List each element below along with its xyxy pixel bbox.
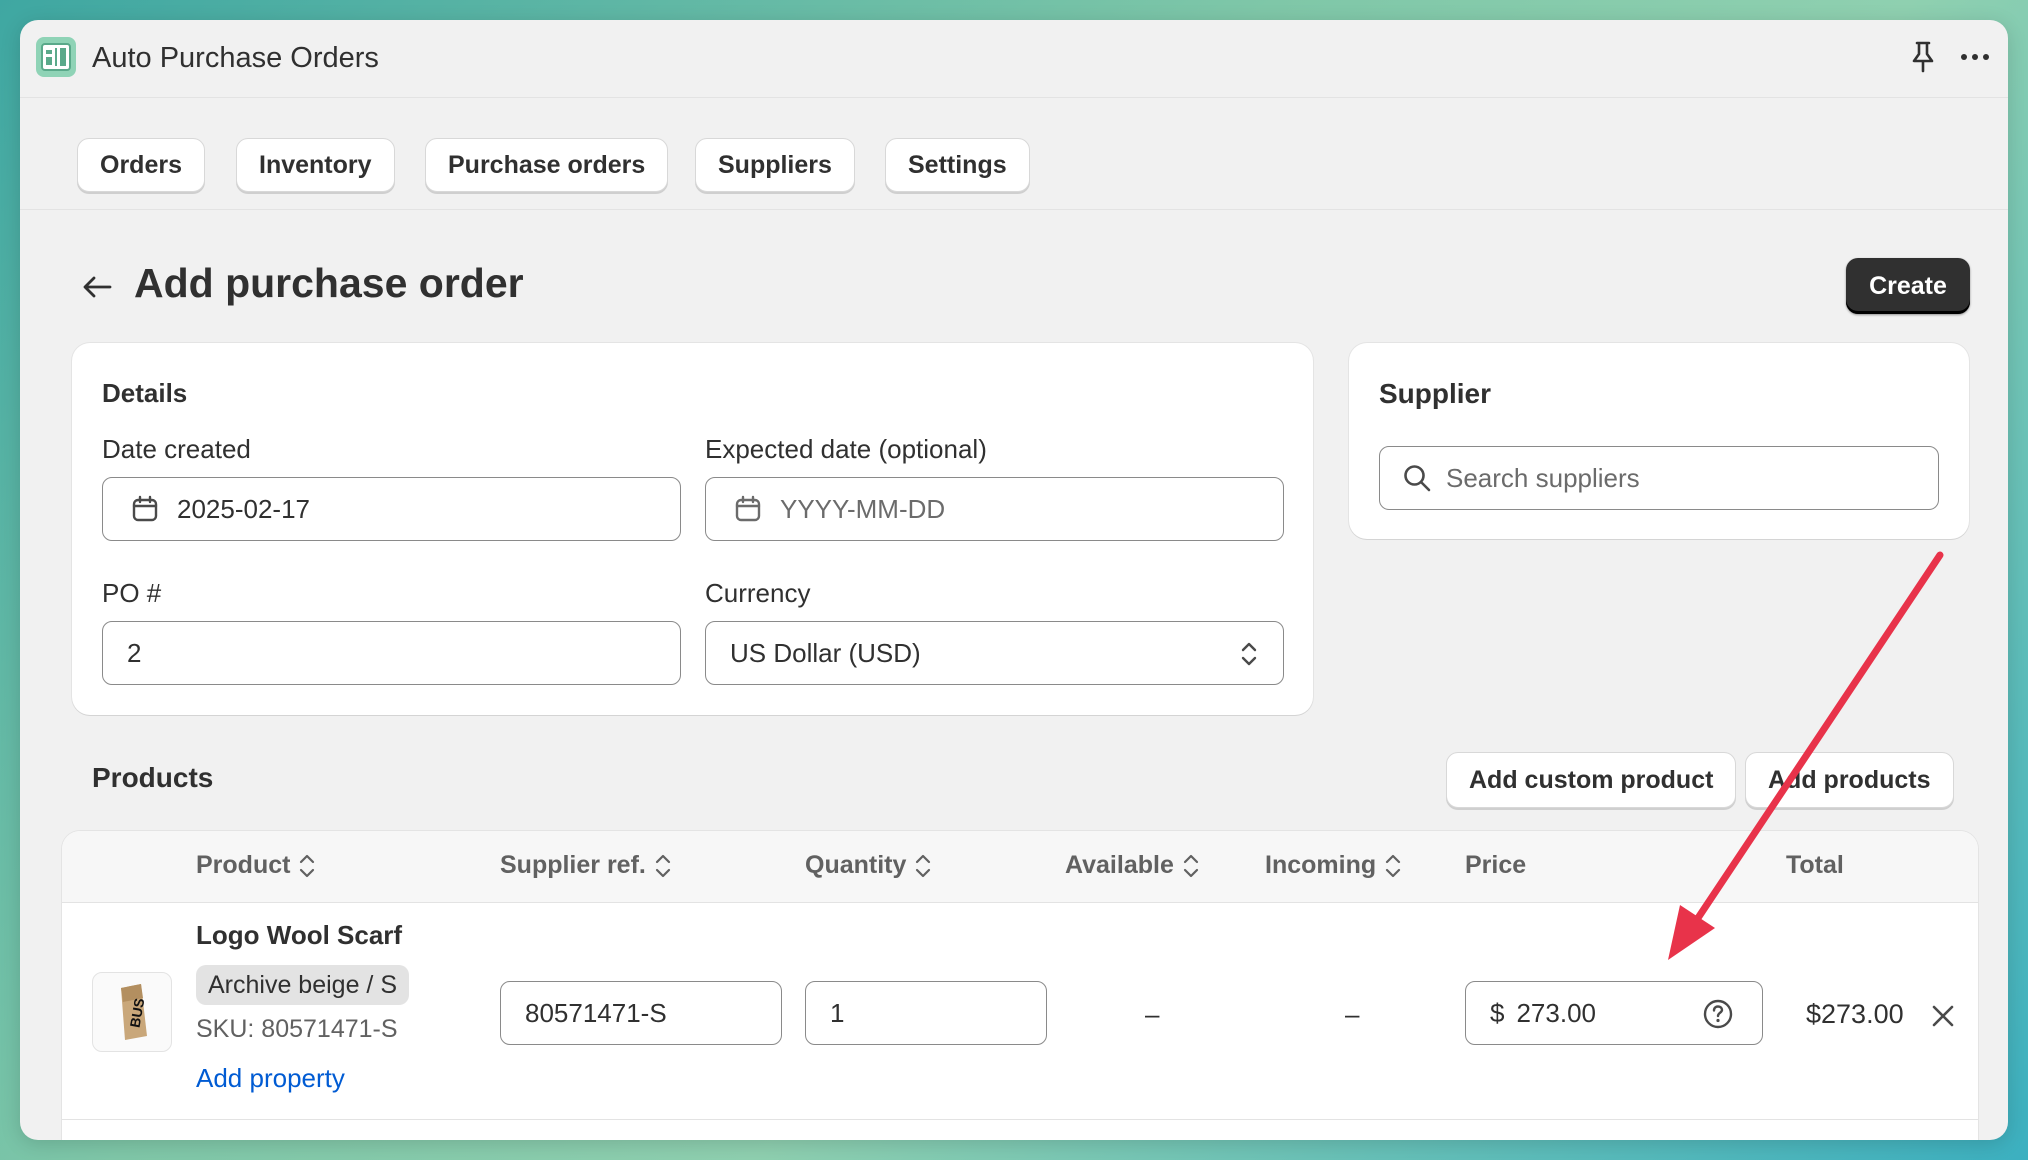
page-header: Add purchase order Create (20, 210, 2008, 360)
column-header-quantity[interactable]: Quantity (805, 851, 932, 880)
quantity-value: 1 (830, 997, 845, 1028)
price-value: 273.00 (1516, 997, 1596, 1028)
supplier-ref-value: 80571471-S (525, 997, 667, 1028)
calendar-icon (131, 495, 159, 523)
nav-bar: Orders Inventory Purchase orders Supplie… (20, 98, 2008, 210)
column-header-incoming[interactable]: Incoming (1265, 851, 1402, 880)
incoming-value: – (1345, 999, 1360, 1029)
supplier-search-input[interactable]: Search suppliers (1379, 446, 1939, 510)
product-name: Logo Wool Scarf (196, 920, 403, 950)
remove-row-icon[interactable] (1928, 1001, 1958, 1031)
tab-inventory[interactable]: Inventory (236, 138, 395, 192)
currency-symbol: $ (1490, 997, 1505, 1028)
app-logo-icon (36, 37, 76, 77)
po-number-value: 2 (127, 637, 142, 668)
help-circle-icon[interactable] (1702, 998, 1734, 1030)
calendar-icon (734, 495, 762, 523)
po-number-label: PO # (102, 578, 162, 608)
expected-date-label: Expected date (optional) (705, 434, 987, 464)
currency-value: US Dollar (USD) (730, 637, 921, 668)
app-title: Auto Purchase Orders (92, 42, 379, 74)
app-window: Auto Purchase Orders Orders Inventory Pu… (20, 20, 2008, 1140)
row-total: $273.00 (1806, 999, 1904, 1029)
supplier-ref-input[interactable]: 80571471-S (500, 981, 782, 1045)
select-chevron-icon (1239, 639, 1259, 669)
column-header-price: Price (1465, 851, 1527, 879)
products-title: Products (92, 762, 214, 793)
page-title: Add purchase order (134, 260, 524, 306)
add-products-button[interactable]: Add products (1745, 752, 1954, 808)
create-button[interactable]: Create (1846, 258, 1970, 314)
date-created-label: Date created (102, 434, 251, 464)
add-custom-product-button[interactable]: Add custom product (1446, 752, 1737, 808)
tab-suppliers[interactable]: Suppliers (695, 138, 855, 192)
more-options-icon[interactable] (1958, 40, 1992, 74)
tab-settings[interactable]: Settings (885, 138, 1030, 192)
po-number-field[interactable]: 2 (102, 621, 681, 685)
tab-purchase-orders[interactable]: Purchase orders (425, 138, 669, 192)
pin-icon[interactable] (1908, 40, 1938, 74)
sort-icon (1183, 854, 1198, 877)
expected-date-field[interactable]: YYYY-MM-DD (705, 477, 1284, 541)
supplier-search-placeholder: Search suppliers (1446, 462, 1640, 493)
table-header: Product Supplier ref. Quantity Available… (62, 831, 1978, 903)
date-created-value: 2025-02-17 (177, 493, 310, 524)
product-thumbnail: BUS (92, 972, 172, 1052)
quantity-input[interactable]: 1 (805, 981, 1047, 1045)
column-header-available[interactable]: Available (1065, 851, 1200, 880)
expected-date-placeholder: YYYY-MM-DD (780, 493, 946, 524)
add-property-link[interactable]: Add property (196, 1063, 345, 1094)
product-sku: SKU: 80571471-S (196, 1015, 398, 1043)
title-bar: Auto Purchase Orders (20, 20, 2008, 98)
details-title: Details (102, 378, 188, 408)
sort-icon (916, 854, 931, 877)
variant-badge: Archive beige / S (196, 965, 409, 1005)
column-header-total: Total (1786, 851, 1844, 879)
supplier-title: Supplier (1379, 378, 1492, 409)
row-divider (62, 1119, 1978, 1120)
details-card: Details Date created 2025-02-17 Expected… (72, 343, 1313, 715)
tab-orders[interactable]: Orders (77, 138, 205, 192)
column-header-product[interactable]: Product (196, 851, 316, 880)
available-value: – (1145, 999, 1160, 1029)
price-input[interactable]: $ 273.00 (1465, 981, 1763, 1045)
sort-icon (300, 854, 315, 877)
search-icon (1402, 463, 1432, 493)
supplier-card: Supplier Search suppliers (1349, 343, 1969, 539)
column-header-supplier-ref[interactable]: Supplier ref. (500, 851, 672, 880)
sort-icon (655, 854, 670, 877)
back-arrow-icon[interactable] (80, 270, 114, 304)
products-table: Product Supplier ref. Quantity Available… (62, 831, 1978, 1140)
date-created-field[interactable]: 2025-02-17 (102, 477, 681, 541)
currency-select[interactable]: US Dollar (USD) (705, 621, 1284, 685)
sort-icon (1386, 854, 1401, 877)
currency-label: Currency (705, 578, 811, 608)
